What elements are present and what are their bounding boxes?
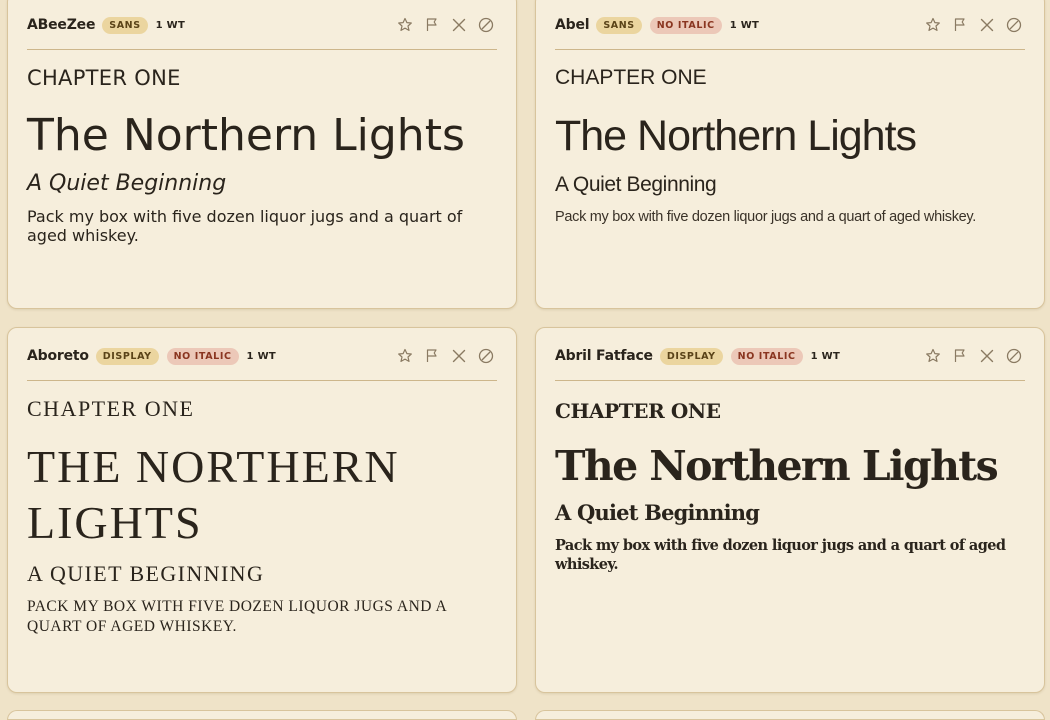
sample-subtitle: A Quiet Beginning (555, 500, 760, 525)
flag-icon[interactable] (423, 16, 441, 34)
sample-title: The Northern Lights (27, 110, 465, 161)
font-card-abeezee: ABeeZee SANS 1 WT CHAPTER ONE The Northe… (7, 0, 517, 309)
flag-icon[interactable] (423, 347, 441, 365)
sample-subtitle: A Quiet Beginning (27, 561, 265, 586)
card-actions (387, 16, 495, 34)
close-icon[interactable] (978, 16, 996, 34)
category-badge: DISPLAY (659, 347, 723, 365)
sample-heading: CHAPTER ONE (27, 66, 181, 90)
weight-count: 1 WT (155, 19, 186, 31)
sample-title: The Northern Lights (555, 112, 917, 160)
font-name: Abel (555, 17, 590, 33)
category-badge: DISPLAY (95, 347, 159, 365)
card-actions (915, 347, 1023, 365)
sample-body: Pack my box with five dozen liquor jugs … (555, 537, 1006, 573)
card-actions (915, 16, 1023, 34)
card-header: ABeeZee SANS 1 WT (27, 1, 497, 50)
sample-body: Pack my box with five dozen liquor jugs … (555, 209, 977, 225)
font-name: Aboreto (27, 348, 89, 364)
category-badge: SANS (596, 16, 642, 34)
sample-heading: CHAPTER ONE (555, 66, 707, 89)
no-italic-badge: NO ITALIC (166, 347, 239, 365)
sample-heading: CHAPTER ONE (27, 396, 195, 421)
font-name: Abril Fatface (555, 348, 653, 364)
category-badge: SANS (102, 16, 148, 34)
font-card-next-right (535, 710, 1045, 720)
close-icon[interactable] (978, 347, 996, 365)
card-header: Abel SANS NO ITALIC 1 WT (555, 1, 1025, 50)
flag-icon[interactable] (951, 347, 969, 365)
sample-body: Pack my box with five dozen liquor jugs … (27, 207, 463, 245)
sample-heading: CHAPTER ONE (555, 399, 721, 423)
block-icon[interactable] (1005, 16, 1023, 34)
weight-count: 1 WT (246, 350, 277, 362)
star-icon[interactable] (396, 16, 414, 34)
card-actions (387, 347, 495, 365)
flag-icon[interactable] (951, 16, 969, 34)
sample-title: The Northern Lights (555, 442, 999, 490)
star-icon[interactable] (396, 347, 414, 365)
font-card-abel: Abel SANS NO ITALIC 1 WT CHAPTER ONE The… (535, 0, 1045, 309)
sample-body: Pack my box with five dozen liquor jugs … (27, 598, 447, 635)
font-name: ABeeZee (27, 17, 96, 33)
weight-count: 1 WT (810, 350, 841, 362)
close-icon[interactable] (450, 16, 468, 34)
no-italic-badge: NO ITALIC (730, 347, 803, 365)
sample-title: The Northern Lights (27, 441, 400, 548)
close-icon[interactable] (450, 347, 468, 365)
block-icon[interactable] (1005, 347, 1023, 365)
font-card-next-left (7, 710, 517, 720)
font-card-abril-fatface: Abril Fatface DISPLAY NO ITALIC 1 WT CHA… (535, 327, 1045, 693)
star-icon[interactable] (924, 16, 942, 34)
block-icon[interactable] (477, 16, 495, 34)
card-header: Aboreto DISPLAY NO ITALIC 1 WT (27, 332, 497, 381)
no-italic-badge: NO ITALIC (649, 16, 722, 34)
weight-count: 1 WT (729, 19, 760, 31)
star-icon[interactable] (924, 347, 942, 365)
block-icon[interactable] (477, 347, 495, 365)
card-header: Abril Fatface DISPLAY NO ITALIC 1 WT (555, 332, 1025, 381)
sample-subtitle: A Quiet Beginning (555, 173, 717, 196)
sample-subtitle: A Quiet Beginning (27, 171, 227, 196)
font-card-aboreto: Aboreto DISPLAY NO ITALIC 1 WT CHAPTER O… (7, 327, 517, 693)
